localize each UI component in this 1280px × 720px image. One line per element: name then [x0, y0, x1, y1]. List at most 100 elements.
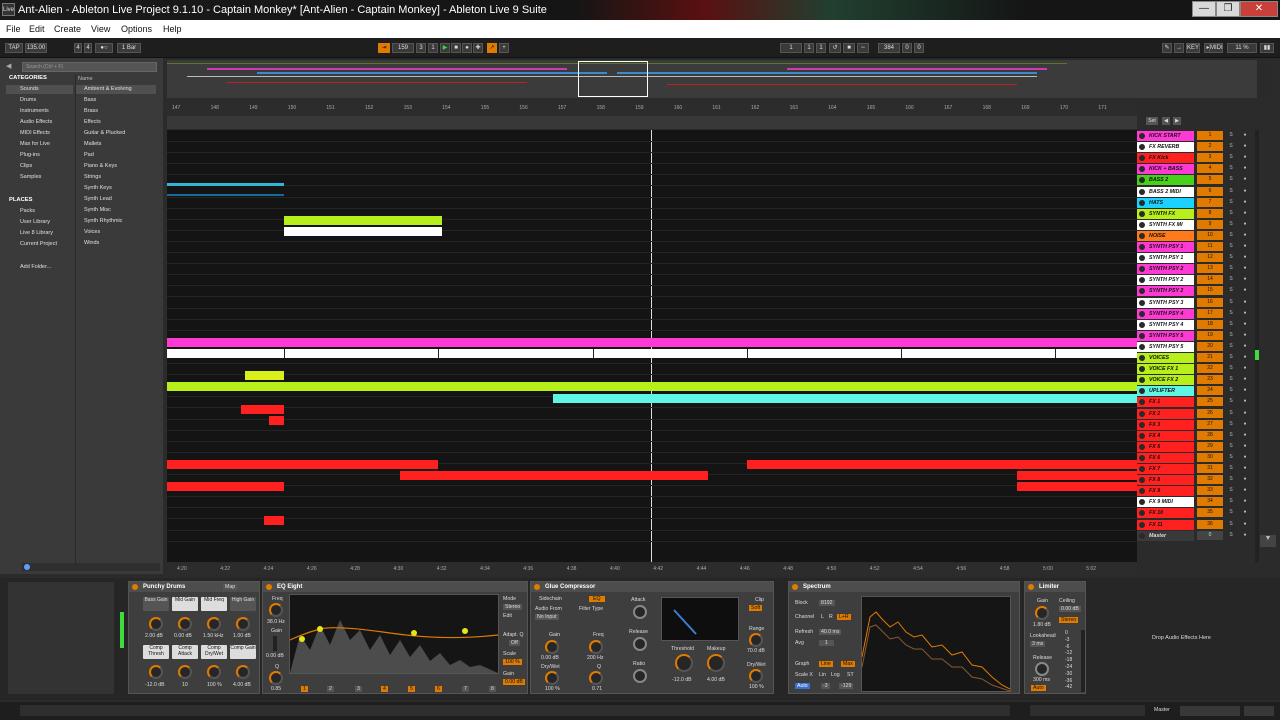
preview-bar[interactable]	[22, 563, 160, 571]
track-number[interactable]: 29	[1197, 441, 1223, 451]
metronome-button[interactable]: ●○	[95, 43, 113, 53]
arm-record-icon[interactable]: ●	[1241, 175, 1249, 183]
sig-denominator[interactable]: 4	[84, 43, 92, 53]
solo-button[interactable]: S	[1227, 431, 1235, 439]
track-name[interactable]: SYNTH PSY 3	[1137, 297, 1194, 308]
browser-item[interactable]: Piano & Keys	[84, 163, 117, 169]
category-instruments[interactable]: Instruments	[20, 108, 49, 114]
ceiling-value[interactable]: 0.00 dB	[1059, 606, 1081, 612]
track-number[interactable]: 30	[1197, 452, 1223, 462]
track-name[interactable]: BASS 2 MIDI	[1137, 186, 1194, 197]
arm-record-icon[interactable]: ●	[1241, 375, 1249, 383]
menu-help[interactable]: Help	[163, 24, 182, 34]
browser-item[interactable]: Synth Misc	[84, 207, 111, 213]
arrangement-clip[interactable]	[241, 404, 284, 414]
track-number[interactable]: 3	[1197, 153, 1223, 163]
release-knob[interactable]	[633, 637, 647, 651]
arm-record-icon[interactable]: ●	[1241, 275, 1249, 283]
macro-knob[interactable]	[207, 617, 221, 631]
arm-record-icon[interactable]: ●	[1241, 231, 1249, 239]
eq-band-4[interactable]: 4	[381, 686, 388, 692]
arm-record-icon[interactable]: ●	[1241, 187, 1249, 195]
macro-knob[interactable]	[236, 617, 250, 631]
arm-record-icon[interactable]: ●	[1241, 286, 1249, 294]
browser-item[interactable]: Ambient & Evolving	[84, 86, 132, 92]
track-name[interactable]: VOICE FX 1	[1137, 364, 1194, 375]
minimize-button[interactable]: —	[1192, 1, 1216, 17]
add-folder-link[interactable]: Add Folder...	[20, 264, 51, 270]
arrangement-clip[interactable]	[167, 482, 284, 492]
track-number[interactable]: 12	[1197, 253, 1223, 263]
macro-knob[interactable]	[178, 617, 192, 631]
track-name[interactable]: FX 11	[1137, 519, 1194, 530]
place-live-8-library[interactable]: Live 8 Library	[20, 230, 53, 236]
channel-r-button[interactable]: R	[829, 614, 833, 620]
category-sounds[interactable]: Sounds	[20, 86, 39, 92]
midi-map-button[interactable]: MIDI	[1209, 43, 1223, 53]
track-name[interactable]: UPLIFTER	[1137, 386, 1194, 397]
refresh-value[interactable]: 40.0 ms	[819, 629, 842, 635]
glue-drywet-knob[interactable]	[749, 669, 763, 683]
release-auto-button[interactable]: Auto	[1031, 685, 1046, 691]
automation-arm-icon[interactable]: ↗	[487, 43, 497, 53]
arm-record-icon[interactable]: ●	[1241, 420, 1249, 428]
stereo-toggle[interactable]: Stereo	[1059, 617, 1079, 623]
channel-l-button[interactable]: L	[821, 614, 824, 620]
release-knob[interactable]	[1035, 662, 1049, 676]
macro-knob[interactable]	[149, 665, 163, 679]
browser-item[interactable]: Mallets	[84, 141, 101, 147]
track-number[interactable]: 0	[1197, 530, 1223, 540]
eq-band-3[interactable]: 3	[355, 686, 362, 692]
solo-button[interactable]: S	[1227, 508, 1235, 516]
track-number[interactable]: 35	[1197, 508, 1223, 518]
track-number[interactable]: 33	[1197, 486, 1223, 496]
arm-record-icon[interactable]: ●	[1241, 342, 1249, 350]
track-number[interactable]: 23	[1197, 375, 1223, 385]
track-activator-icon[interactable]	[1139, 488, 1145, 495]
set-button[interactable]: Set	[1146, 117, 1158, 125]
track-number[interactable]: 22	[1197, 364, 1223, 374]
midi-track-selector[interactable]	[1180, 706, 1240, 716]
overview-viewport[interactable]	[578, 61, 648, 97]
sc-gain-knob[interactable]	[545, 640, 559, 654]
solo-button[interactable]: S	[1227, 442, 1235, 450]
arm-record-icon[interactable]: ●	[1241, 497, 1249, 505]
track-activator-icon[interactable]	[1139, 244, 1145, 250]
arm-record-icon[interactable]: ●	[1241, 397, 1249, 405]
track-number[interactable]: 2	[1197, 142, 1223, 152]
name-column-header[interactable]: Name	[78, 76, 93, 82]
solo-button[interactable]: S	[1227, 142, 1235, 150]
loop-start-beat[interactable]: 1	[804, 43, 814, 53]
solo-button[interactable]: S	[1227, 198, 1235, 206]
browser-item[interactable]: Synth Rhythmic	[84, 218, 123, 224]
track-activator-icon[interactable]	[1139, 299, 1145, 306]
eq-display[interactable]	[289, 594, 499, 674]
eq-band-8[interactable]: 8	[489, 686, 496, 692]
track-name[interactable]: BASS 2	[1137, 175, 1194, 186]
track-activator-icon[interactable]	[1139, 277, 1145, 284]
eq-band-7[interactable]: 7	[462, 686, 469, 692]
track-number[interactable]: 6	[1197, 186, 1223, 196]
arm-record-icon[interactable]: ●	[1241, 520, 1249, 528]
track-number[interactable]: 26	[1197, 408, 1223, 418]
arrangement-clip[interactable]	[245, 371, 284, 381]
track-name[interactable]: HATS	[1137, 197, 1194, 208]
track-activator-icon[interactable]	[1139, 332, 1145, 339]
track-number[interactable]: 4	[1197, 164, 1223, 174]
category-audio-effects[interactable]: Audio Effects	[20, 119, 52, 125]
browser-item[interactable]: Effects	[84, 119, 101, 125]
track-activator-icon[interactable]	[1139, 166, 1145, 173]
track-name[interactable]: SYNTH PSY 1	[1137, 253, 1194, 264]
category-max-for-live[interactable]: Max for Live	[20, 141, 50, 147]
arm-record-icon[interactable]: ●	[1241, 486, 1249, 494]
track-name[interactable]: KICK START	[1137, 131, 1194, 141]
track-name[interactable]: SYNTH FX MI	[1137, 219, 1194, 230]
arm-record-icon[interactable]: ●	[1241, 386, 1249, 394]
track-name[interactable]: SYNTH PSY 5	[1137, 341, 1194, 352]
track-activator-icon[interactable]	[1139, 266, 1145, 273]
range-max-value[interactable]: -3	[821, 683, 830, 689]
punch-in-icon[interactable]: ↺	[829, 43, 841, 53]
arrangement-clip[interactable]	[269, 415, 284, 425]
browser-item[interactable]: Guitar & Plucked	[84, 130, 125, 136]
solo-button[interactable]: S	[1227, 286, 1235, 294]
